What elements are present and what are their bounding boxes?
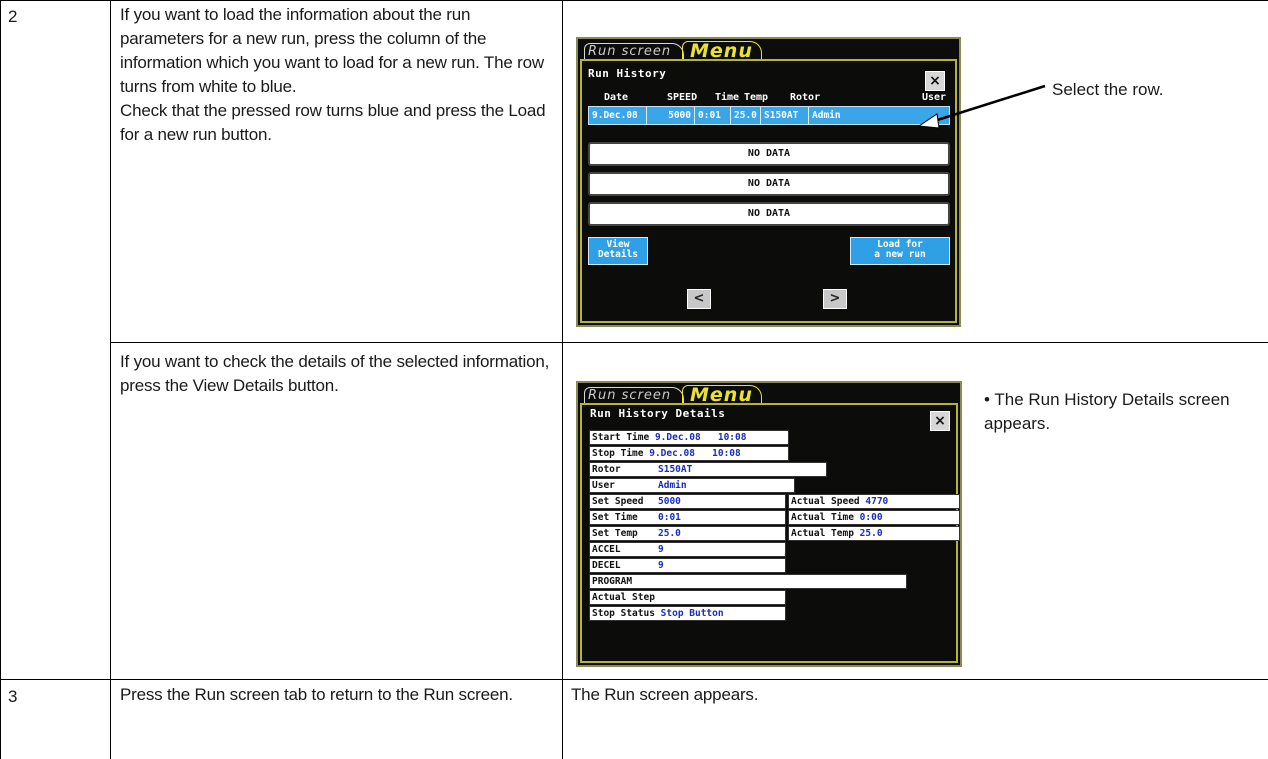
previous-page-button[interactable]: < bbox=[687, 289, 711, 309]
header-rotor: Rotor bbox=[790, 92, 821, 103]
details-screen-annotation: • The Run History Details screen appears… bbox=[984, 390, 1230, 433]
screen-title: Run History Details bbox=[590, 407, 726, 420]
header-date: Date bbox=[604, 92, 629, 103]
col-divider-2 bbox=[562, 0, 563, 759]
accel-field: ACCEL 9 bbox=[589, 542, 786, 557]
actual-speed-value: 4770 bbox=[865, 496, 889, 507]
actual-step-label: Actual Step bbox=[592, 592, 655, 603]
step-number: 2 bbox=[8, 7, 18, 26]
program-field: PROGRAM bbox=[589, 574, 907, 589]
stop-time-value: 9.Dec.08 10:08 bbox=[649, 448, 741, 459]
set-speed-value: 5000 bbox=[658, 496, 681, 507]
start-time-label: Start Time bbox=[592, 432, 650, 443]
user-value: Admin bbox=[658, 480, 687, 491]
screen-title: Run History bbox=[588, 67, 667, 80]
row-temp: 25.0 bbox=[731, 107, 761, 124]
row-speed: 5000 bbox=[647, 107, 695, 124]
stop-time-field: Stop Time 9.Dec.08 10:08 bbox=[589, 446, 789, 461]
set-temp-value: 25.0 bbox=[658, 528, 681, 539]
decel-value: 9 bbox=[658, 560, 664, 571]
step-3-text: Press the Run screen tab to return to th… bbox=[120, 685, 513, 704]
stop-status-label: Stop Status bbox=[592, 608, 655, 619]
row-time: 0:01 bbox=[695, 107, 731, 124]
set-time-value: 0:01 bbox=[658, 512, 681, 523]
header-temp: Temp bbox=[744, 92, 769, 103]
actual-step-field: Actual Step bbox=[589, 590, 786, 605]
actual-speed-field: Actual Speed 4770 bbox=[788, 494, 960, 509]
decel-label: DECEL bbox=[592, 560, 621, 571]
history-row-empty[interactable]: NO DATA bbox=[588, 142, 950, 166]
actual-speed-label: Actual Speed bbox=[791, 496, 860, 507]
rotor-field: Rotor S150AT bbox=[589, 462, 827, 477]
set-time-label: Set Time bbox=[592, 512, 638, 523]
step-number: 3 bbox=[8, 687, 18, 706]
actual-time-field: Actual Time 0:00 bbox=[788, 510, 960, 525]
header-speed: SPEED bbox=[667, 92, 698, 103]
col-divider-1 bbox=[110, 0, 111, 759]
load-for-new-run-button[interactable]: Load for a new run bbox=[850, 237, 950, 265]
set-time-field: Set Time 0:01 bbox=[589, 510, 786, 525]
actual-temp-field: Actual Temp 25.0 bbox=[788, 526, 960, 541]
user-label: User bbox=[592, 480, 615, 491]
history-row-empty[interactable]: NO DATA bbox=[588, 202, 950, 226]
row-divider-2a-2b bbox=[110, 342, 1268, 343]
step-3-result: The Run screen appears. bbox=[571, 685, 759, 704]
accel-label: ACCEL bbox=[592, 544, 621, 555]
select-row-annotation: Select the row. bbox=[1052, 80, 1164, 99]
stop-status-field: Stop Status Stop Button bbox=[589, 606, 786, 621]
run-history-details-screen: Run screen Menu Run History Details × St… bbox=[576, 381, 962, 667]
table-top-border bbox=[0, 0, 1268, 1]
actual-time-label: Actual Time bbox=[791, 512, 854, 523]
table-left-border bbox=[0, 0, 1, 759]
actual-temp-value: 25.0 bbox=[859, 528, 883, 539]
actual-time-value: 0:00 bbox=[859, 512, 883, 523]
selected-history-row[interactable]: 9.Dec.08 5000 0:01 25.0 S150AT Admin bbox=[588, 106, 950, 125]
view-details-button[interactable]: View Details bbox=[588, 237, 648, 265]
next-page-button[interactable]: > bbox=[823, 289, 847, 309]
step-2a-text: If you want to load the information abou… bbox=[120, 5, 546, 144]
tab-run-screen[interactable]: Run screen bbox=[588, 44, 671, 59]
row-date: 9.Dec.08 bbox=[589, 107, 647, 124]
accel-value: 9 bbox=[658, 544, 664, 555]
row-rotor: S150AT bbox=[761, 107, 809, 124]
header-time: Time bbox=[715, 92, 740, 103]
actual-temp-label: Actual Temp bbox=[791, 528, 854, 539]
tab-run-screen[interactable]: Run screen bbox=[588, 388, 671, 403]
stop-time-label: Stop Time bbox=[592, 448, 644, 459]
start-time-value: 9.Dec.08 10:08 bbox=[654, 432, 747, 443]
user-field: User Admin bbox=[589, 478, 795, 493]
rotor-value: S150AT bbox=[658, 464, 693, 475]
run-history-screen: Run screen Menu Run History × Date SPEED… bbox=[576, 37, 961, 327]
pointer-arrow-icon bbox=[917, 84, 1046, 129]
stop-status-value: Stop Button bbox=[660, 608, 724, 619]
set-speed-field: Set Speed 5000 bbox=[589, 494, 786, 509]
set-temp-label: Set Temp bbox=[592, 528, 638, 539]
start-time-field: Start Time 9.Dec.08 10:08 bbox=[589, 430, 789, 445]
rotor-label: Rotor bbox=[592, 464, 621, 475]
set-speed-label: Set Speed bbox=[592, 496, 644, 507]
close-button[interactable]: × bbox=[930, 411, 950, 431]
step-2b-text: If you want to check the details of the … bbox=[120, 352, 550, 395]
decel-field: DECEL 9 bbox=[589, 558, 786, 573]
program-label: PROGRAM bbox=[592, 576, 633, 587]
row-divider-2-3 bbox=[0, 679, 1268, 680]
history-row-empty[interactable]: NO DATA bbox=[588, 172, 950, 196]
set-temp-field: Set Temp 25.0 bbox=[589, 526, 786, 541]
